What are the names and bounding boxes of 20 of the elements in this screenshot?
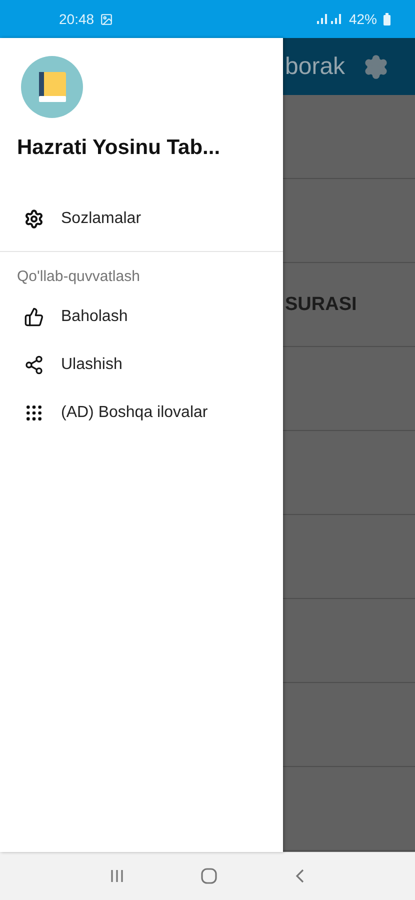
- settings-icon: [24, 209, 44, 229]
- battery-level: 42%: [348, 11, 377, 27]
- battery-icon: [383, 12, 391, 26]
- drawer-item[interactable]: Baholash: [0, 293, 283, 341]
- share-icon: [24, 355, 44, 375]
- grid-icon: [24, 403, 44, 423]
- settings-icon[interactable]: [363, 54, 390, 80]
- drawer-item[interactable]: Sozlamalar: [0, 195, 283, 243]
- drawer-item[interactable]: (AD) Boshqa ilovalar: [0, 389, 283, 437]
- row-title: SURASI: [285, 294, 357, 316]
- home-icon[interactable]: [200, 867, 218, 885]
- app-bar-title: borak: [285, 52, 346, 80]
- recent-apps-icon[interactable]: [108, 868, 124, 884]
- section-header: Qo'llab-quvvatlash: [16, 267, 141, 287]
- image-icon: [100, 12, 114, 26]
- signal-icon: [314, 13, 343, 25]
- thumbs-up-icon: [24, 307, 44, 327]
- app-title: Hazrati Yosinu Tab...: [17, 136, 222, 160]
- status-time: 20:48: [59, 11, 94, 27]
- drawer-item[interactable]: Ulashish: [0, 341, 283, 389]
